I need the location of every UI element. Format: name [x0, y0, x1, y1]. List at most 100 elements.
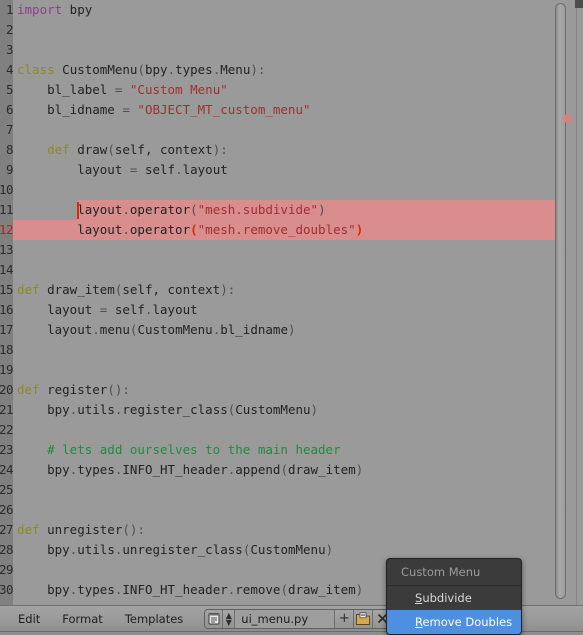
line-text: def register():	[17, 380, 130, 400]
line-text: layout.menu(CustomMenu.bl_idname)	[17, 320, 295, 340]
code-token: draw	[69, 142, 108, 157]
code-line[interactable]: 17 layout.menu(CustomMenu.bl_idname)	[0, 320, 560, 340]
code-token: bpy	[17, 582, 70, 597]
line-text: bpy.types.INFO_HT_header.append(draw_ite…	[17, 460, 363, 480]
open-file-button[interactable]	[354, 609, 374, 628]
code-token: operator	[129, 222, 191, 237]
code-line[interactable]: 24 bpy.types.INFO_HT_header.append(draw_…	[0, 460, 560, 480]
chevron-down-icon: ▼	[225, 617, 232, 627]
menu-templates[interactable]: Templates	[114, 607, 194, 631]
line-number: 26	[0, 502, 13, 517]
code-token: def	[47, 142, 70, 157]
vertical-scrollbar-track[interactable]	[555, 0, 575, 604]
code-token: CustomMenu	[137, 322, 213, 337]
code-token: CustomMenu	[54, 62, 138, 77]
code-line[interactable]: 18	[0, 340, 560, 360]
code-token: types	[175, 62, 213, 77]
code-token: )	[325, 542, 334, 557]
line-text: layout = self.layout	[17, 300, 198, 320]
vertical-scrollbar-thumb[interactable]	[555, 3, 566, 599]
code-line[interactable]: 8 def draw(self, context):	[0, 140, 560, 160]
line-text: layout = self.layout	[17, 160, 228, 180]
open-file-icon	[356, 612, 371, 625]
code-line[interactable]: 7	[0, 120, 560, 140]
menu-edit[interactable]: Edit	[7, 607, 51, 631]
line-text: bl_idname = "OBJECT_MT_custom_menu"	[17, 100, 310, 120]
code-token: Menu	[220, 62, 251, 77]
code-token: bpy	[144, 62, 168, 77]
popup-item-label: emove Doubles	[422, 615, 513, 629]
new-text-button[interactable]: +	[335, 609, 355, 628]
menu-format[interactable]: Format	[51, 607, 114, 631]
line-number: 2	[5, 22, 13, 37]
code-line[interactable]: 10	[0, 180, 560, 200]
line-number: 1	[5, 2, 13, 17]
code-token: # lets add ourselves to the main header	[17, 442, 341, 457]
file-name-field[interactable]: ui_menu.py	[235, 609, 336, 628]
code-token: self	[144, 162, 176, 177]
code-token: ):	[212, 142, 228, 157]
code-line[interactable]: 19	[0, 360, 560, 380]
code-line[interactable]: 3	[0, 40, 560, 60]
code-token: =	[99, 302, 115, 317]
line-text: layout.operator("mesh.subdivide")	[17, 200, 326, 220]
code-line[interactable]: 28 bpy.utils.unregister_class(CustomMenu…	[0, 540, 560, 560]
code-line[interactable]: 23 # lets add ourselves to the main head…	[0, 440, 560, 460]
code-token: )	[355, 462, 364, 477]
code-line[interactable]: 14	[0, 260, 560, 280]
blender-text-editor-window: 1 import bpy 2 3 4 class CustomMenu(bpy.types…	[0, 0, 583, 635]
code-token: :	[137, 522, 145, 537]
code-line[interactable]: 12 layout.operator("mesh.remove_doubles"…	[0, 220, 560, 240]
line-number: 24	[0, 462, 13, 477]
code-line[interactable]: 13	[0, 240, 560, 260]
code-line[interactable]: 16 layout = self.layout	[0, 300, 560, 320]
code-line[interactable]: 22	[0, 420, 560, 440]
area-corner-widget[interactable]	[575, 0, 583, 8]
code-token: class	[17, 62, 55, 77]
code-token: def	[17, 282, 40, 297]
code-area[interactable]: 1 import bpy 2 3 4 class CustomMenu(bpy.types…	[0, 0, 560, 605]
code-token: utils	[77, 542, 115, 557]
code-token: self, context	[122, 282, 221, 297]
popup-item-label: ubdivide	[422, 591, 472, 605]
datablock-browse-icon[interactable]: ▲ ▼	[223, 609, 236, 628]
code-line[interactable]: 21 bpy.utils.register_class(CustomMenu)	[0, 400, 560, 420]
popup-item-subdivide[interactable]: Subdivide	[387, 586, 521, 610]
code-line[interactable]: 6 bl_idname = "OBJECT_MT_custom_menu"	[0, 100, 560, 120]
code-line[interactable]: 5 bl_label = "Custom Menu"	[0, 80, 560, 100]
code-line[interactable]: 9 layout = self.layout	[0, 160, 560, 180]
text-editor-area[interactable]: 1 import bpy 2 3 4 class CustomMenu(bpy.types…	[0, 0, 583, 605]
line-text: def draw_item(self, context):	[17, 280, 235, 300]
popup-item-remove-doubles[interactable]: Remove Doubles	[387, 610, 521, 634]
code-line[interactable]: 11 layout.operator("mesh.subdivide")	[0, 200, 560, 220]
code-line[interactable]: 2	[0, 20, 560, 40]
code-token: CustomMenu	[250, 542, 326, 557]
code-line[interactable]: 4 class CustomMenu(bpy.types.Menu):	[0, 60, 560, 80]
code-line[interactable]: 26	[0, 500, 560, 520]
code-line[interactable]: 25	[0, 480, 560, 500]
line-number: 3	[5, 42, 13, 57]
code-token: )	[355, 582, 364, 597]
code-token: def	[17, 382, 40, 397]
line-number: 18	[0, 342, 13, 357]
code-token: self	[114, 302, 145, 317]
code-token: (	[137, 62, 145, 77]
code-line[interactable]: 20 def register():	[0, 380, 560, 400]
line-number: 17	[0, 322, 13, 337]
code-token: )	[318, 202, 326, 217]
code-line[interactable]: 1 import bpy	[0, 0, 560, 20]
line-number: 19	[0, 362, 13, 377]
code-token: =	[129, 162, 145, 177]
code-line[interactable]: 27 def unregister():	[0, 520, 560, 540]
line-text: bpy.types.INFO_HT_header.remove(draw_ite…	[17, 580, 363, 600]
code-token: ):	[250, 62, 266, 77]
line-text: import bpy	[17, 0, 92, 20]
line-number: 28	[0, 542, 13, 557]
line-number: 7	[5, 122, 13, 137]
code-token: operator	[129, 202, 191, 217]
code-line[interactable]: 15 def draw_item(self, context):	[0, 280, 560, 300]
line-number: 22	[0, 422, 13, 437]
code-token: bl_label	[17, 82, 115, 97]
text-datablock-icon[interactable]	[205, 609, 224, 628]
code-token: "Custom Menu"	[129, 82, 228, 97]
